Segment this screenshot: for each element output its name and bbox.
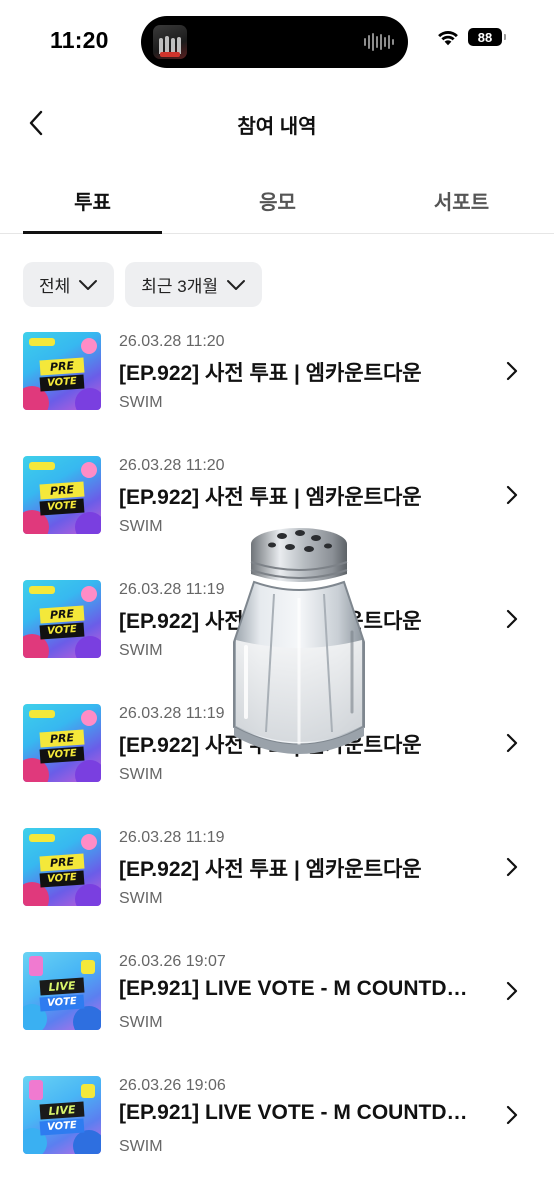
chevron-down-icon xyxy=(79,279,98,290)
thumbnail-badge: PRE VOTE xyxy=(35,729,89,764)
page-title: 참여 내역 xyxy=(237,116,317,138)
dynamic-island[interactable] xyxy=(141,16,408,68)
item-artist: SWIM xyxy=(119,1138,163,1155)
status-time: 11:20 xyxy=(50,27,109,53)
list-item[interactable]: PRE VOTE 26.03.28 11:19 [EP.922] 사전 투표 |… xyxy=(0,818,554,942)
live-vote-thumbnail: LIVE VOTE xyxy=(23,1076,101,1154)
item-date: 26.03.28 11:19 xyxy=(119,581,225,598)
item-artist: SWIM xyxy=(119,642,163,659)
thumbnail-badge: PRE VOTE xyxy=(35,357,89,392)
filter-period-label: 최근 3개월 xyxy=(141,277,219,296)
item-title: [EP.921] LIVE VOTE - M COUNTDOWN xyxy=(119,977,479,1000)
tab-bar: 투표 응모 서포트 xyxy=(0,170,554,234)
pre-vote-thumbnail: PRE VOTE xyxy=(23,828,101,906)
list-item[interactable]: PRE VOTE 26.03.28 11:20 [EP.922] 사전 투표 |… xyxy=(0,322,554,446)
thumbnail-badge: PRE VOTE xyxy=(35,481,89,516)
item-date: 26.03.28 11:19 xyxy=(119,829,225,846)
filter-all-dropdown[interactable]: 전체 xyxy=(23,262,115,307)
item-date: 26.03.28 11:20 xyxy=(119,457,225,474)
item-date: 26.03.28 11:19 xyxy=(119,705,225,722)
pre-vote-thumbnail: PRE VOTE xyxy=(23,704,101,782)
pre-vote-thumbnail: PRE VOTE xyxy=(23,332,101,410)
filter-bar: 전체 최근 3개월 xyxy=(23,262,263,307)
live-vote-thumbnail: LIVE VOTE xyxy=(23,952,101,1030)
tab-vote[interactable]: 투표 xyxy=(23,186,162,215)
item-title: [EP.922] 사전 투표 | 엠카운트다운 xyxy=(119,362,422,385)
chevron-right-icon xyxy=(506,981,518,1001)
thumbnail-badge: LIVE VOTE xyxy=(35,977,89,1012)
item-title: [EP.922] 사전 투표 | 엠카운트다운 xyxy=(119,858,422,881)
filter-all-label: 전체 xyxy=(39,277,71,296)
item-date: 26.03.26 19:07 xyxy=(119,953,226,970)
list-item[interactable]: LIVE VOTE 26.03.26 19:07 [EP.921] LIVE V… xyxy=(0,942,554,1066)
chevron-down-icon xyxy=(227,279,246,290)
item-date: 26.03.28 11:20 xyxy=(119,333,225,350)
filter-period-dropdown[interactable]: 최근 3개월 xyxy=(125,262,263,307)
battery-indicator: 88 xyxy=(468,28,506,46)
audio-waveform-icon xyxy=(364,32,394,52)
item-artist: SWIM xyxy=(119,394,163,411)
header: 참여 내역 xyxy=(0,90,554,156)
now-playing-thumbnail xyxy=(153,25,187,59)
item-artist: SWIM xyxy=(119,766,163,783)
chevron-right-icon xyxy=(506,1105,518,1125)
thumbnail-badge: LIVE VOTE xyxy=(35,1101,89,1136)
pre-vote-thumbnail: PRE VOTE xyxy=(23,456,101,534)
item-artist: SWIM xyxy=(119,518,163,535)
chevron-right-icon xyxy=(506,857,518,877)
chevron-right-icon xyxy=(506,361,518,381)
item-artist: SWIM xyxy=(119,890,163,907)
chevron-right-icon xyxy=(506,609,518,629)
chevron-right-icon xyxy=(506,485,518,505)
active-tab-indicator xyxy=(23,231,162,234)
list-item[interactable]: LIVE VOTE 26.03.26 19:06 [EP.921] LIVE V… xyxy=(0,1066,554,1190)
chevron-right-icon xyxy=(506,733,518,753)
tab-entry[interactable]: 응모 xyxy=(208,186,347,215)
thumbnail-badge: PRE VOTE xyxy=(35,853,89,888)
pre-vote-thumbnail: PRE VOTE xyxy=(23,580,101,658)
status-indicators: 88 xyxy=(436,28,506,46)
salt-shaker-icon xyxy=(233,528,365,754)
tab-support[interactable]: 서포트 xyxy=(392,186,531,215)
item-title: [EP.921] LIVE VOTE - M COUNTDOWN xyxy=(119,1101,479,1124)
thumbnail-badge: PRE VOTE xyxy=(35,605,89,640)
item-artist: SWIM xyxy=(119,1014,163,1031)
item-title: [EP.922] 사전 투표 | 엠카운트다운 xyxy=(119,486,422,509)
status-bar: 11:20 88 xyxy=(0,0,554,84)
wifi-icon xyxy=(438,30,458,46)
item-date: 26.03.26 19:06 xyxy=(119,1077,226,1094)
battery-level: 88 xyxy=(477,29,493,45)
